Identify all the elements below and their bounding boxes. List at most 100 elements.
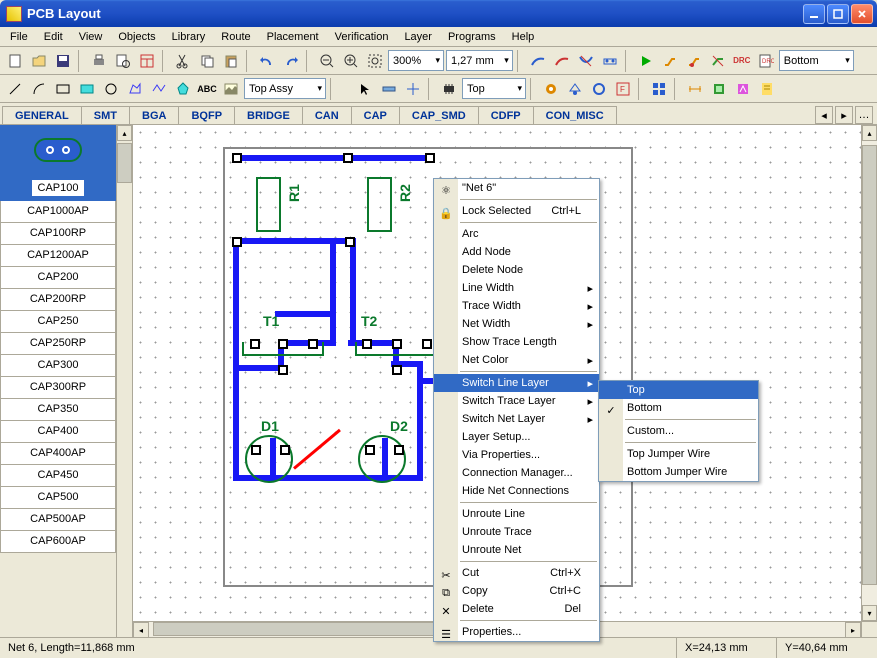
pad[interactable] <box>392 339 402 349</box>
grid-select[interactable]: 1,27 mm <box>446 50 513 71</box>
trace[interactable] <box>239 155 429 161</box>
line-tool[interactable] <box>4 78 26 100</box>
ctx-trace-length[interactable]: Show Trace Length <box>434 333 599 351</box>
component-scrollbar[interactable]: ▴ <box>116 125 132 637</box>
trace[interactable] <box>233 238 239 478</box>
ctx-cut[interactable]: ✂CutCtrl+X <box>434 564 599 582</box>
close-button[interactable] <box>851 4 873 24</box>
titles-button[interactable] <box>136 50 158 72</box>
list-item[interactable]: CAP450 <box>0 465 116 487</box>
ctx-hide-net[interactable]: Hide Net Connections <box>434 482 599 500</box>
route-tool-3[interactable] <box>575 50 597 72</box>
route-mode-1[interactable] <box>659 50 681 72</box>
submenu-bottom-jumper[interactable]: Bottom Jumper Wire <box>599 463 758 481</box>
polyline-tool[interactable] <box>148 78 170 100</box>
scroll-down-button[interactable]: ▾ <box>862 605 877 621</box>
canvas-vscroll[interactable]: ▴ ▾ <box>861 125 877 621</box>
tabs-more-button[interactable]: … <box>855 106 873 124</box>
tab-bqfp[interactable]: BQFP <box>178 106 235 124</box>
ctx-copy[interactable]: ⧉CopyCtrl+C <box>434 582 599 600</box>
via-tool[interactable] <box>564 78 586 100</box>
pad[interactable] <box>345 237 355 247</box>
pad[interactable] <box>251 445 261 455</box>
list-item[interactable]: CAP300RP <box>0 377 116 399</box>
filled-poly-tool[interactable] <box>172 78 194 100</box>
zoom-select[interactable]: 300% <box>388 50 444 71</box>
trace[interactable] <box>275 311 331 317</box>
pad[interactable] <box>232 153 242 163</box>
run-button[interactable] <box>635 50 657 72</box>
maximize-button[interactable] <box>827 4 849 24</box>
pointer-tool[interactable] <box>354 78 376 100</box>
pattern-tool[interactable] <box>648 78 670 100</box>
new-button[interactable] <box>4 50 26 72</box>
pad[interactable] <box>392 365 402 375</box>
route-tool-1[interactable] <box>527 50 549 72</box>
diode-d2[interactable] <box>358 435 406 483</box>
ctx-properties[interactable]: ☰Properties... <box>434 623 599 641</box>
cut-button[interactable] <box>172 50 194 72</box>
ctx-unroute-trace[interactable]: Unroute Trace <box>434 523 599 541</box>
zoom-window-button[interactable] <box>364 50 386 72</box>
vscroll-thumb[interactable] <box>862 145 877 585</box>
origin-tool[interactable] <box>402 78 424 100</box>
list-item[interactable]: CAP100RP <box>0 223 116 245</box>
fiducial-tool[interactable]: F <box>612 78 634 100</box>
tabs-next-button[interactable]: ▸ <box>835 106 853 124</box>
menu-help[interactable]: Help <box>504 29 543 45</box>
ctx-net-color[interactable]: Net Color <box>434 351 599 369</box>
menu-verification[interactable]: Verification <box>327 29 397 45</box>
ctx-layer-setup[interactable]: Layer Setup... <box>434 428 599 446</box>
list-item[interactable]: CAP500AP <box>0 509 116 531</box>
component-tool[interactable] <box>438 78 460 100</box>
list-item[interactable]: CAP600AP <box>0 531 116 553</box>
ctx-line-width[interactable]: Line Width <box>434 279 599 297</box>
ctx-conn-mgr[interactable]: Connection Manager... <box>434 464 599 482</box>
pad-tool[interactable] <box>540 78 562 100</box>
paste-button[interactable] <box>220 50 242 72</box>
ctx-lock[interactable]: 🔒Lock SelectedCtrl+L <box>434 202 599 220</box>
circle-tool[interactable] <box>100 78 122 100</box>
dim-tool[interactable] <box>684 78 706 100</box>
route-tool-2[interactable] <box>551 50 573 72</box>
route-mode-3[interactable] <box>707 50 729 72</box>
pad[interactable] <box>278 365 288 375</box>
tab-general[interactable]: GENERAL <box>2 106 82 124</box>
ctx-unroute-line[interactable]: Unroute Line <box>434 505 599 523</box>
drc-button[interactable]: DRC <box>731 50 753 72</box>
print-button[interactable] <box>88 50 110 72</box>
minimize-button[interactable] <box>803 4 825 24</box>
drc-batch-button[interactable]: DRC <box>755 50 777 72</box>
list-item[interactable]: CAP500 <box>0 487 116 509</box>
ctx-switch-line-layer[interactable]: Switch Line Layer <box>434 374 599 392</box>
scroll-thumb[interactable] <box>117 143 132 183</box>
pad[interactable] <box>343 153 353 163</box>
ctx-trace-width[interactable]: Trace Width <box>434 297 599 315</box>
pad[interactable] <box>422 339 432 349</box>
pad[interactable] <box>425 153 435 163</box>
resistor-r1[interactable] <box>256 177 281 232</box>
resistor-r2[interactable] <box>367 177 392 232</box>
tab-cap-smd[interactable]: CAP_SMD <box>399 106 479 124</box>
ctx-delete-node[interactable]: Delete Node <box>434 261 599 279</box>
assy-select[interactable]: Top Assy <box>244 78 326 99</box>
pad[interactable] <box>280 445 290 455</box>
arc-tool[interactable] <box>28 78 50 100</box>
save-button[interactable] <box>52 50 74 72</box>
submenu-custom[interactable]: Custom... <box>599 422 758 440</box>
tab-can[interactable]: CAN <box>302 106 352 124</box>
menu-edit[interactable]: Edit <box>36 29 71 45</box>
export-tool-2[interactable] <box>756 78 778 100</box>
menu-file[interactable]: File <box>2 29 36 45</box>
menu-library[interactable]: Library <box>164 29 214 45</box>
list-item[interactable]: CAP350 <box>0 399 116 421</box>
ctx-switch-trace-layer[interactable]: Switch Trace Layer <box>434 392 599 410</box>
preview-button[interactable] <box>112 50 134 72</box>
menu-view[interactable]: View <box>71 29 111 45</box>
pad[interactable] <box>362 339 372 349</box>
trace[interactable] <box>330 238 336 345</box>
zoom-out-button[interactable] <box>316 50 338 72</box>
filled-rect-tool[interactable] <box>76 78 98 100</box>
scroll-up-icon[interactable]: ▴ <box>117 125 132 141</box>
measure-tool[interactable] <box>378 78 400 100</box>
